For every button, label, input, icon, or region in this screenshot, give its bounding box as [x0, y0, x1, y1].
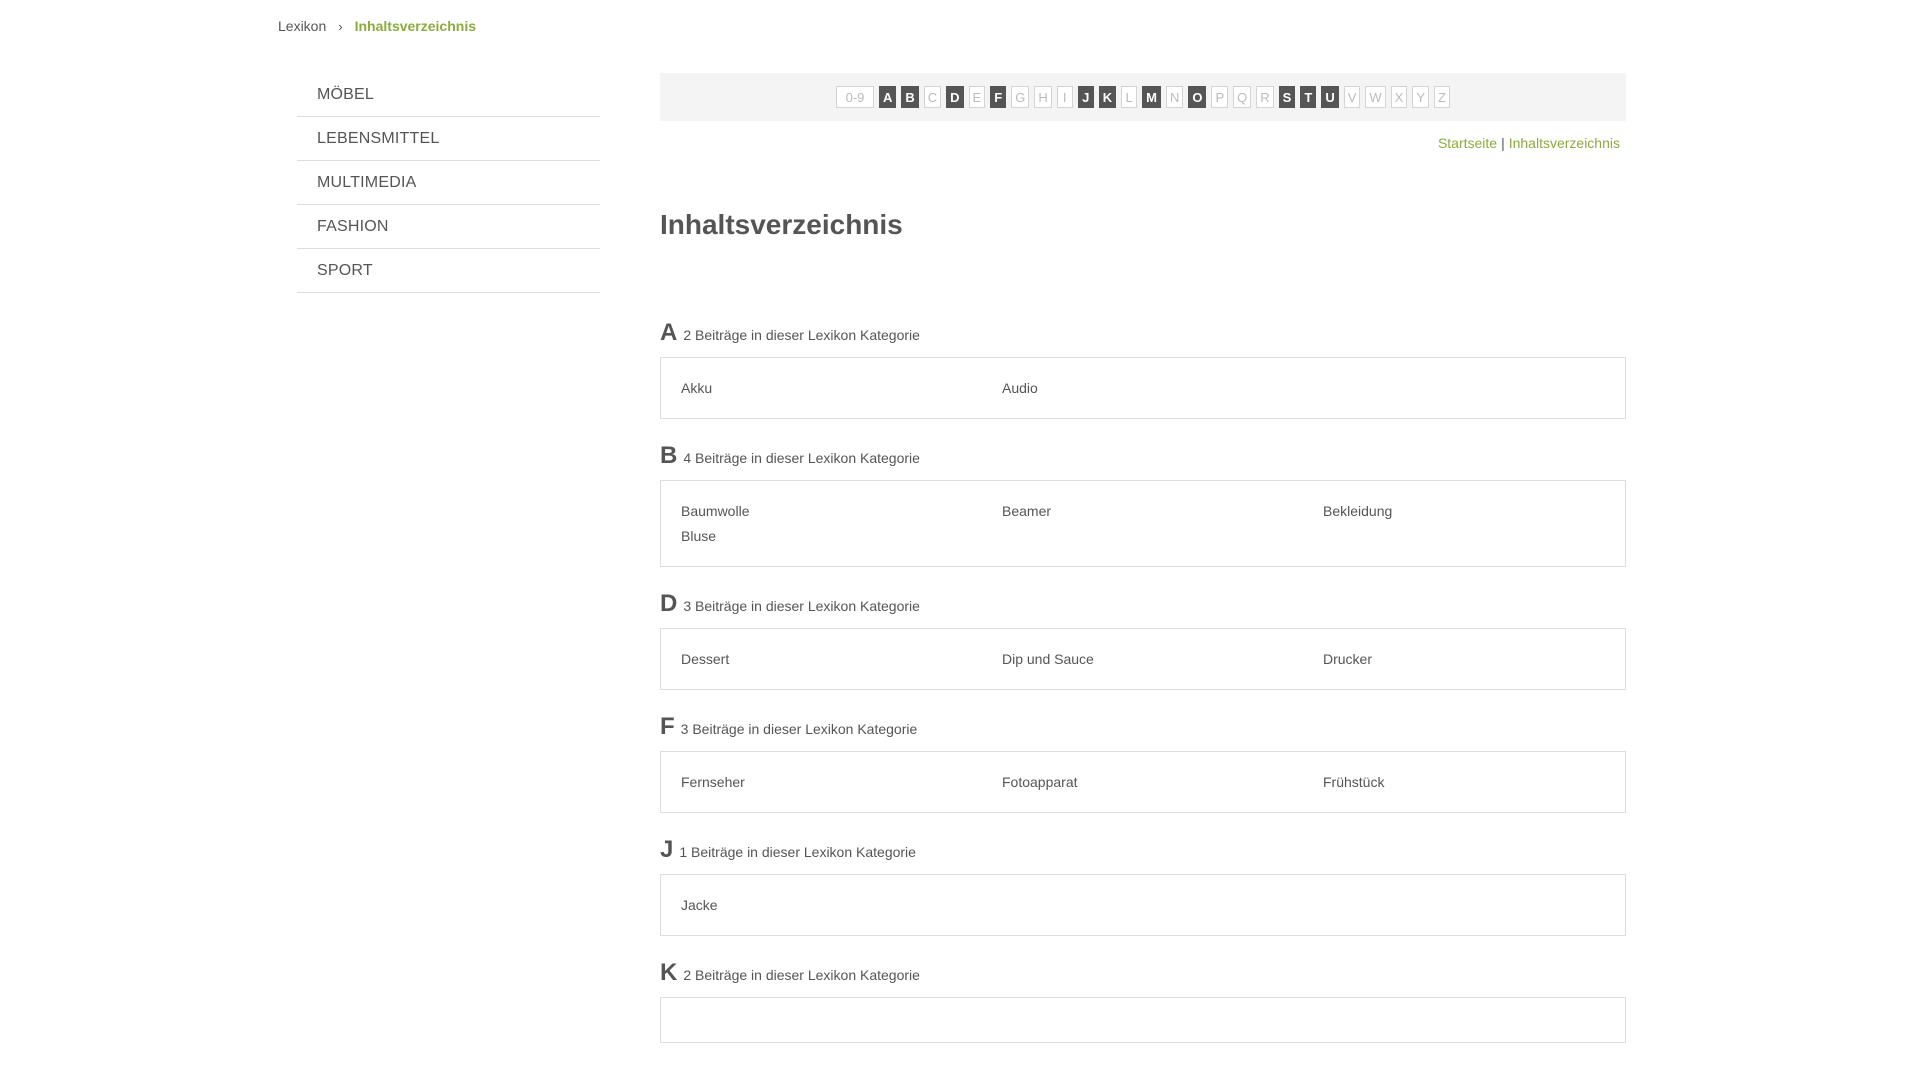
section-count: 3 Beiträge in dieser Lexikon Kategorie	[680, 721, 918, 737]
section-k: K 2 Beiträge in dieser Lexikon Kategorie	[660, 959, 1626, 1043]
section-d: D3 Beiträge in dieser Lexikon Kategorie D…	[660, 590, 1626, 690]
alphabet-letter-p: P	[1211, 86, 1229, 108]
section-b: B4 Beiträge in dieser Lexikon Kategorie B…	[660, 442, 1626, 567]
section-count: 4 Beiträge in dieser Lexikon Kategorie	[683, 450, 920, 466]
alphabet-letter-f[interactable]: F	[990, 86, 1007, 108]
glossary-sections: A2 Beiträge in dieser Lexikon Kategorie A…	[660, 319, 1626, 1043]
section-letter: J	[660, 836, 674, 863]
section-entries: Fernseher Fotoapparat Frühstück	[660, 751, 1626, 813]
section-letter: F	[660, 713, 675, 740]
inhaltsverzeichnis-link[interactable]: Inhaltsverzeichnis	[1509, 135, 1620, 151]
section-j: J1 Beiträge in dieser Lexikon Kategorie J…	[660, 836, 1626, 936]
alphabet-letter-j[interactable]: J	[1077, 86, 1094, 108]
startseite-link[interactable]: Startseite	[1438, 135, 1497, 151]
alphabet-letter-g: G	[1011, 86, 1030, 108]
alphabet-letter-u[interactable]: U	[1321, 86, 1339, 108]
alphabet-letter-k[interactable]: K	[1098, 86, 1117, 108]
alphabet-letter-o[interactable]: O	[1188, 86, 1207, 108]
breadcrumb-current: Inhaltsverzeichnis	[354, 18, 476, 34]
alphabet-letter-c: C	[923, 86, 942, 108]
section-heading: B 4 Beiträge in dieser Lexikon Kategorie	[660, 442, 1626, 470]
section-count: 1 Beiträge in dieser Lexikon Kategorie	[679, 844, 916, 860]
section-count: 3 Beiträge in dieser Lexikon Kategorie	[683, 598, 920, 614]
alphabet-letter-h: H	[1034, 86, 1052, 108]
section-letter: D	[660, 590, 678, 617]
section-heading: K 2 Beiträge in dieser Lexikon Kategorie	[660, 959, 1626, 987]
entry-link[interactable]: Fernseher	[681, 774, 1002, 790]
alphabet-letter-b[interactable]: B	[901, 86, 919, 108]
section-entries	[660, 997, 1626, 1043]
link-separator: |	[1501, 135, 1505, 151]
section-entries: Dessert Dip und Sauce Drucker	[660, 628, 1626, 690]
sidebar-item-lebensmittel[interactable]: LEBENSMITTEL	[297, 117, 600, 161]
entry-link[interactable]: Bekleidung	[1323, 503, 1605, 519]
alphabet-letter-0-9: 0-9	[835, 86, 874, 108]
alphabet-letter-r: R	[1256, 86, 1274, 108]
entry-link[interactable]: Baumwolle	[681, 503, 1002, 519]
entry-link[interactable]: Frühstück	[1323, 774, 1605, 790]
sidebar-item-multimedia[interactable]: MULTIMEDIA	[297, 161, 600, 205]
entry-link[interactable]: Beamer	[1002, 503, 1323, 519]
main-content: 0-9 A B C D E F G H I J K L M N O P Q R S T U V W X Y Z Startseite…	[660, 73, 1626, 1066]
alphabet-letter-n: N	[1165, 86, 1184, 108]
alphabet-letter-i: I	[1056, 86, 1073, 108]
section-count: 2 Beiträge in dieser Lexikon Kategorie	[683, 967, 920, 983]
alphabet-letter-t[interactable]: T	[1300, 86, 1317, 108]
entry-link[interactable]: Akku	[681, 380, 1002, 396]
breadcrumb-lexikon-link[interactable]: Lexikon	[278, 18, 326, 34]
entry-link[interactable]: Audio	[1002, 380, 1323, 396]
entry-link[interactable]: Drucker	[1323, 651, 1605, 667]
page-title: Inhaltsverzeichnis	[660, 209, 903, 240]
section-heading: J 1 Beiträge in dieser Lexikon Kategorie	[660, 836, 1626, 864]
section-entries: Akku Audio	[660, 357, 1626, 419]
entry-link[interactable]: Dip und Sauce	[1002, 651, 1323, 667]
section-count: 2 Beiträge in dieser Lexikon Kategorie	[683, 327, 920, 343]
alphabet-letter-q: Q	[1233, 86, 1252, 108]
section-heading: F 3 Beiträge in dieser Lexikon Kategorie	[660, 713, 1626, 741]
entry-link[interactable]: Fotoapparat	[1002, 774, 1323, 790]
entry-link[interactable]: Bluse	[681, 528, 1002, 544]
section-heading: D 3 Beiträge in dieser Lexikon Kategorie	[660, 590, 1626, 618]
section-letter: K	[660, 959, 678, 986]
alphabet-letter-z: Z	[1434, 86, 1451, 108]
sidebar-item-sport[interactable]: SPORT	[297, 249, 600, 293]
alphabet-letter-l: L	[1121, 86, 1138, 108]
sidebar-item-fashion[interactable]: FASHION	[297, 205, 600, 249]
chevron-right-icon: ›	[338, 18, 343, 34]
alphabet-letter-e: E	[968, 86, 986, 108]
alphabet-letter-x: X	[1390, 86, 1408, 108]
top-links: Startseite | Inhaltsverzeichnis	[660, 135, 1626, 151]
entry-link[interactable]: Jacke	[681, 897, 1002, 913]
section-letter: A	[660, 319, 678, 346]
alphabet-letter-s[interactable]: S	[1278, 86, 1296, 108]
alphabet-navigation: 0-9 A B C D E F G H I J K L M N O P Q R S T U V W X Y Z	[660, 73, 1626, 121]
alphabet-letter-d[interactable]: D	[946, 86, 964, 108]
section-entries: Jacke	[660, 874, 1626, 936]
alphabet-letter-y: Y	[1412, 86, 1430, 108]
alphabet-letter-m[interactable]: M	[1142, 86, 1161, 108]
alphabet-letter-a[interactable]: A	[878, 86, 897, 108]
section-f: F3 Beiträge in dieser Lexikon Kategorie F…	[660, 713, 1626, 813]
alphabet-letter-w: W	[1365, 86, 1386, 108]
section-letter: B	[660, 442, 678, 469]
alphabet-letter-v: V	[1343, 86, 1361, 108]
section-a: A2 Beiträge in dieser Lexikon Kategorie A…	[660, 319, 1626, 419]
category-sidebar: MÖBEL LEBENSMITTEL MULTIMEDIA FASHION SP…	[297, 73, 600, 293]
section-entries: Baumwolle Beamer Bekleidung Bluse	[660, 480, 1626, 567]
section-heading: A 2 Beiträge in dieser Lexikon Kategorie	[660, 319, 1626, 347]
breadcrumb: Lexikon › Inhaltsverzeichnis	[278, 18, 476, 34]
entry-link[interactable]: Dessert	[681, 651, 1002, 667]
sidebar-item-moebel[interactable]: MÖBEL	[297, 73, 600, 117]
